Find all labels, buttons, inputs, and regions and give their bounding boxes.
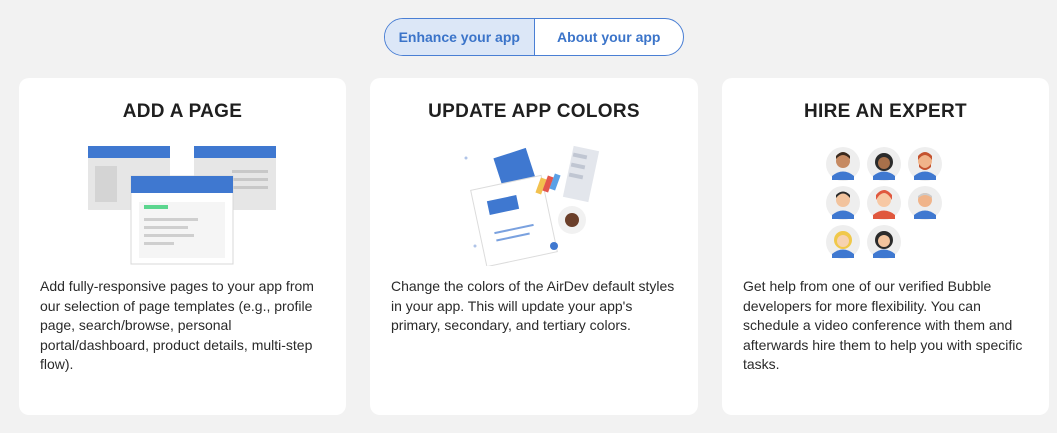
card-title: ADD A PAGE — [122, 101, 243, 122]
tab-about-your-app[interactable]: About your app — [535, 19, 684, 55]
card-title: UPDATE APP COLORS — [428, 101, 640, 122]
card-description: Get help from one of our verified Bubble… — [743, 278, 1023, 372]
card-hire-an-expert[interactable]: HIRE AN EXPERT Get help from one of our … — [722, 78, 1049, 415]
color-palette-illustration — [370, 142, 698, 268]
card-description: Change the colors of the AirDev default … — [391, 278, 675, 333]
view-toggle: Enhance your app About your app — [384, 18, 684, 56]
card-title: HIRE AN EXPERT — [804, 101, 967, 122]
tab-enhance-your-app[interactable]: Enhance your app — [385, 19, 535, 55]
card-description: Add fully-responsive pages to your app f… — [40, 278, 314, 372]
card-add-a-page[interactable]: ADD A PAGE Add fully-responsive pages to… — [19, 78, 346, 415]
card-update-app-colors[interactable]: UPDATE APP COLORS Change the colors of t… — [370, 78, 698, 415]
experts-illustration — [722, 142, 1049, 266]
page-templates-illustration — [19, 142, 346, 266]
